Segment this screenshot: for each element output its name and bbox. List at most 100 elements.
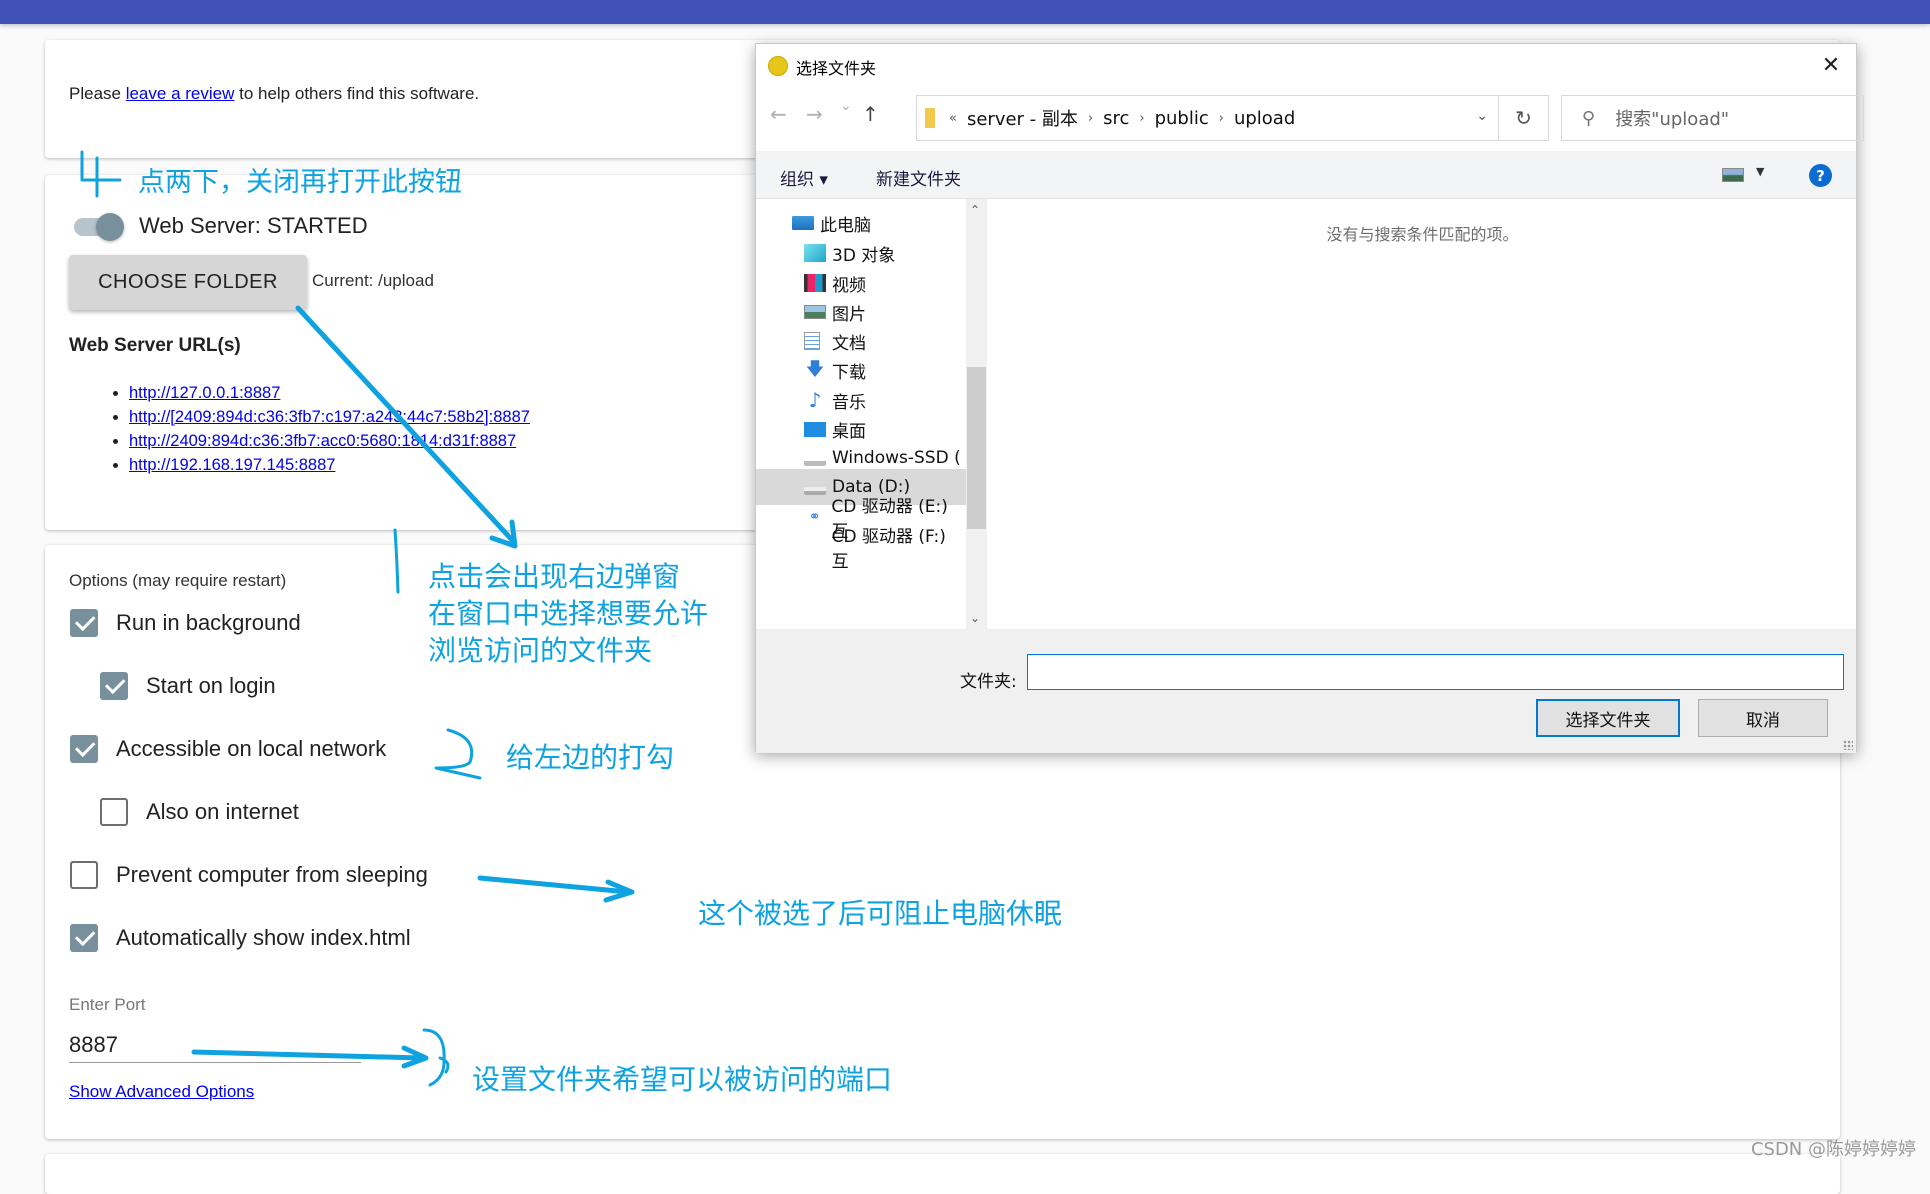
cd-drive-icon [804, 538, 826, 556]
select-folder-button[interactable]: 选择文件夹 [1536, 699, 1680, 737]
option-start-on-login[interactable]: Start on login [100, 672, 276, 700]
nav-item-label: 图片 [832, 300, 866, 325]
web-server-toggle[interactable] [72, 211, 124, 241]
picture-icon [804, 305, 826, 319]
search-box[interactable]: ⚲ 搜索"upload" [1561, 95, 1864, 141]
app-icon [768, 56, 788, 76]
new-folder-button[interactable]: 新建文件夹 [876, 165, 961, 190]
address-dropdown-chevron-icon[interactable]: ⌄ [1476, 108, 1488, 124]
port-input[interactable] [69, 1027, 361, 1063]
option-label: Run in background [116, 610, 301, 636]
dialog-titlebar[interactable]: 选择文件夹 ✕ [756, 44, 1856, 84]
view-mode-icon[interactable] [1722, 168, 1744, 182]
search-placeholder: 搜索"upload" [1615, 105, 1729, 131]
server-url-link[interactable]: http://[2409:894d:c36:3fb7:c197:a243:44c… [129, 408, 530, 426]
server-url-link[interactable]: http://2409:894d:c36:3fb7:acc0:5680:1814… [129, 432, 516, 450]
checkbox-checked[interactable] [70, 735, 98, 763]
search-icon: ⚲ [1582, 108, 1595, 129]
app-header-bar [0, 0, 1930, 24]
nav-item-label: 音乐 [832, 388, 866, 413]
option-prevent-sleeping[interactable]: Prevent computer from sleeping [70, 861, 428, 889]
cd-drive-icon: ⚭ [804, 508, 825, 526]
forward-arrow-icon[interactable]: → [806, 102, 823, 126]
breadcrumb-item[interactable]: server - 副本 [967, 105, 1078, 131]
folder-field-label: 文件夹: [960, 667, 1017, 692]
server-status-label: Web Server: STARTED [139, 213, 368, 239]
scrollbar-thumb[interactable] [967, 367, 986, 529]
breadcrumb-separator-icon[interactable]: › [1139, 111, 1144, 126]
checkbox-unchecked[interactable] [70, 861, 98, 889]
desktop-icon [804, 422, 826, 437]
breadcrumb-separator-icon[interactable]: › [1088, 111, 1093, 126]
checkbox-checked[interactable] [100, 672, 128, 700]
computer-icon [792, 216, 814, 230]
up-arrow-icon[interactable]: ↑ [862, 102, 879, 126]
close-icon[interactable]: ✕ [1816, 50, 1846, 80]
review-text: Please leave a review to help others fin… [69, 84, 479, 104]
address-bar[interactable]: « server - 副本 › src › public › upload ⌄ [916, 95, 1499, 141]
resize-grip-icon[interactable] [1843, 740, 1853, 750]
download-icon: 🡇 [804, 361, 826, 379]
video-icon [804, 274, 826, 292]
option-auto-index-html[interactable]: Automatically show index.html [70, 924, 411, 952]
option-accessible-local-network[interactable]: Accessible on local network [70, 735, 386, 763]
nav-item-label: 3D 对象 [832, 241, 895, 266]
help-icon[interactable]: ? [1809, 164, 1832, 187]
nav-item-cd-drive-f[interactable]: CD 驱动器 (F:) 互 [756, 529, 966, 565]
annotation-port-note: 设置文件夹希望可以被访问的端口 [472, 1058, 892, 1098]
drive-icon [804, 487, 826, 495]
server-urls-heading: Web Server URL(s) [69, 335, 241, 357]
checkbox-checked[interactable] [70, 924, 98, 952]
folder-icon [925, 108, 935, 128]
breadcrumb-separator-icon[interactable]: › [1219, 111, 1224, 126]
scroll-up-chevron-icon[interactable]: ⌃ [970, 203, 980, 217]
refresh-icon[interactable]: ↻ [1499, 95, 1549, 141]
nav-item-label: 桌面 [832, 417, 866, 442]
option-also-on-internet[interactable]: Also on internet [100, 798, 299, 826]
option-label: Accessible on local network [116, 736, 386, 762]
breadcrumb-item[interactable]: public [1155, 108, 1209, 129]
review-prefix: Please [69, 84, 126, 103]
nav-item-label: 下载 [832, 358, 866, 383]
option-run-in-background[interactable]: Run in background [70, 609, 301, 637]
nav-item-label: CD 驱动器 (F:) 互 [832, 522, 966, 572]
back-arrow-icon[interactable]: ← [770, 102, 787, 126]
option-label: Prevent computer from sleeping [116, 862, 428, 888]
cancel-button[interactable]: 取消 [1698, 699, 1828, 737]
server-url-link[interactable]: http://127.0.0.1:8887 [129, 384, 280, 402]
view-dropdown-icon[interactable]: ▼ [1756, 165, 1764, 178]
checkbox-checked[interactable] [70, 609, 98, 637]
server-url-item: http://192.168.197.145:8887 [129, 453, 530, 477]
empty-results-message: 没有与搜索条件匹配的项。 [989, 221, 1856, 245]
server-url-item: http://2409:894d:c36:3fb7:acc0:5680:1814… [129, 429, 530, 453]
recent-locations-chevron-icon[interactable]: ⌄ [840, 98, 852, 114]
port-label: Enter Port [69, 995, 146, 1015]
annotation-sleep-note: 这个被选了后可阻止电脑休眠 [698, 892, 1062, 932]
document-icon [804, 332, 820, 350]
annotation-check-note: 给左边的打勾 [506, 736, 674, 776]
scroll-down-chevron-icon[interactable]: ⌄ [970, 611, 980, 625]
dialog-footer: 文件夹: 选择文件夹 取消 [756, 629, 1856, 753]
overflow-icon[interactable]: « [949, 111, 957, 126]
server-url-link[interactable]: http://192.168.197.145:8887 [129, 456, 335, 474]
option-label: Also on internet [146, 799, 299, 825]
option-label: Automatically show index.html [116, 925, 411, 951]
nav-item-label: 视频 [832, 271, 866, 296]
toggle-thumb [96, 213, 124, 241]
navigation-pane-scrollbar[interactable]: ⌃ ⌄ [966, 199, 987, 629]
file-list-area[interactable]: 没有与搜索条件匹配的项。 [989, 199, 1856, 629]
leave-review-link[interactable]: leave a review [126, 84, 235, 103]
organize-menu-button[interactable]: 组织 ▾ [780, 165, 828, 190]
dialog-title: 选择文件夹 [796, 55, 876, 79]
checkbox-unchecked[interactable] [100, 798, 128, 826]
show-advanced-options-link[interactable]: Show Advanced Options [69, 1082, 254, 1102]
server-url-item: http://127.0.0.1:8887 [129, 381, 530, 405]
choose-folder-dialog: 选择文件夹 ✕ ← → ⌄ ↑ « server - 副本 › src › pu… [755, 43, 1857, 752]
breadcrumb-item[interactable]: upload [1234, 108, 1295, 129]
choose-folder-button[interactable]: CHOOSE FOLDER [69, 255, 307, 310]
annotation-line: 浏览访问的文件夹 [428, 632, 708, 669]
folder-name-input[interactable] [1027, 654, 1844, 690]
navigation-pane: 此电脑 3D 对象 视频 图片 文档 🡇 下载 ♪ 音乐 桌面 [756, 199, 966, 629]
annotation-step-note: 点两下，关闭再打开此按钮 [138, 160, 462, 199]
breadcrumb-item[interactable]: src [1103, 108, 1129, 129]
